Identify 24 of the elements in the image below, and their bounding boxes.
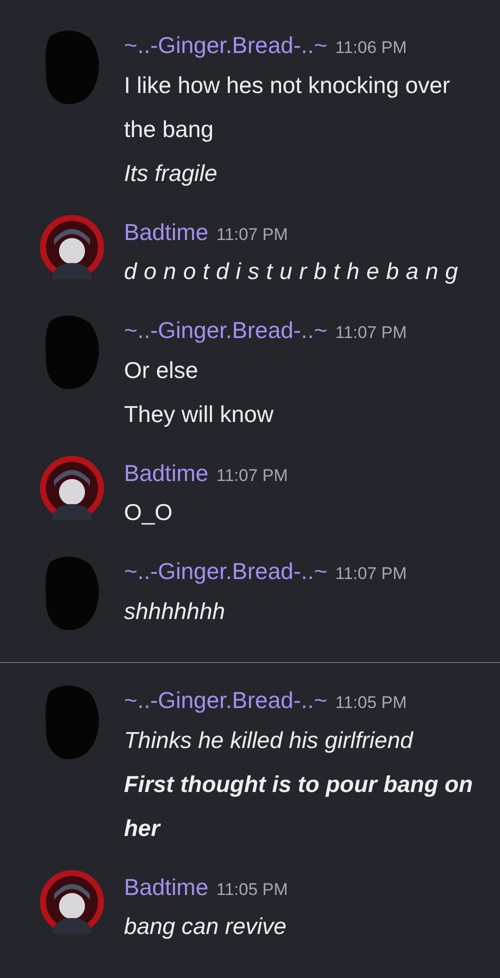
message-text: Thinks he killed his girlfriend [124, 726, 414, 755]
username[interactable]: ~..-Ginger.Bread-..~ [124, 28, 328, 62]
message-text: I like how hes not knocking over the bang [124, 70, 452, 144]
timestamp: 11:07 PM [335, 563, 407, 585]
username[interactable]: Badtime [124, 870, 208, 904]
message-text: donotdisturbthebang [124, 257, 465, 286]
message-text: Its fragile [124, 158, 218, 188]
message-text: bang can revive [124, 912, 288, 941]
timestamp: 11:05 PM [335, 692, 407, 714]
message-text: Or else [124, 356, 200, 384]
timestamp: 11:05 PM [216, 878, 288, 900]
message-text: They will know [124, 400, 275, 429]
message-text: O_O [124, 498, 174, 527]
timestamp: 11:07 PM [335, 322, 407, 344]
timestamp: 11:07 PM [216, 464, 288, 486]
username[interactable]: ~..-Ginger.Bread-..~ [124, 683, 328, 718]
message-text: First thought is to pour bang on her [124, 770, 474, 842]
timestamp: 11:07 PM [216, 224, 288, 246]
timestamp: 11:06 PM [335, 37, 407, 59]
username[interactable]: Badtime [124, 456, 208, 490]
username[interactable]: Badtime [124, 214, 208, 249]
message-text: shhhhhhh [124, 596, 226, 626]
username[interactable]: ~..-Ginger.Bread-..~ [124, 554, 328, 588]
username[interactable]: ~..-Ginger.Bread-..~ [124, 313, 328, 348]
